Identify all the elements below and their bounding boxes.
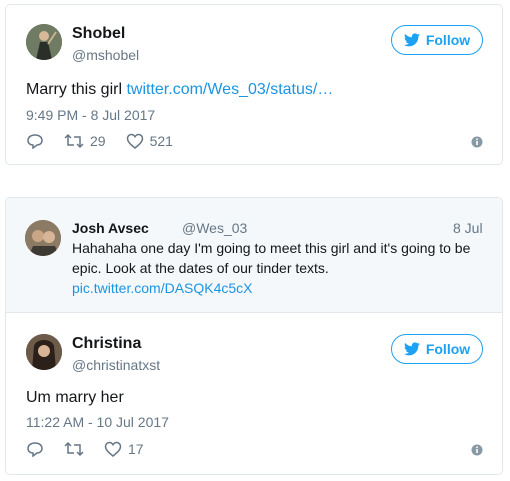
retweet-button[interactable]: 29 <box>64 133 106 149</box>
quoted-text: Hahahaha one day I'm going to meet this … <box>72 240 471 296</box>
like-count: 521 <box>149 133 173 149</box>
quoted-tweet[interactable]: Josh Avsec @Wes_03 8 Jul Hahahaha one da… <box>6 198 502 313</box>
like-button[interactable]: 521 <box>126 133 173 149</box>
follow-button[interactable]: Follow <box>391 334 483 364</box>
quoted-date[interactable]: 8 Jul <box>453 220 483 236</box>
author-handle[interactable]: @mshobel <box>72 47 139 63</box>
tweet-text: Marry this girl twitter.com/Wes_03/statu… <box>26 81 334 98</box>
status-link[interactable]: twitter.com/Wes_03/status/… <box>126 81 333 98</box>
tweet-timestamp[interactable]: 9:49 PM - 8 Jul 2017 <box>26 107 155 123</box>
tweet-card-christina: Josh Avsec @Wes_03 8 Jul Hahahaha one da… <box>5 197 503 475</box>
reply-button[interactable] <box>26 441 44 457</box>
tweet-actions: 17 <box>26 441 164 457</box>
quoted-author-handle[interactable]: @Wes_03 <box>182 220 247 236</box>
author-name[interactable]: Christina <box>72 335 141 353</box>
like-button[interactable]: 17 <box>104 441 144 457</box>
retweet-count: 29 <box>90 133 106 149</box>
avatar[interactable] <box>26 334 62 370</box>
author-name[interactable]: Shobel <box>72 25 125 43</box>
tweet-timestamp[interactable]: 11:22 AM - 10 Jul 2017 <box>26 414 169 430</box>
twitter-bird-icon <box>403 342 420 356</box>
heart-icon <box>104 441 122 457</box>
retweet-button[interactable] <box>64 441 84 457</box>
info-icon[interactable] <box>471 444 483 456</box>
avatar[interactable] <box>26 24 62 60</box>
follow-button[interactable]: Follow <box>391 25 483 55</box>
tweet-card-shobel: Shobel @mshobel Follow Marry this girl t… <box>5 4 503 165</box>
info-icon[interactable] <box>471 136 483 148</box>
tweet-actions: 29 521 <box>26 133 193 149</box>
reply-icon <box>27 442 43 457</box>
follow-label: Follow <box>425 32 471 48</box>
tweet-text: Um marry her <box>26 389 124 406</box>
quoted-avatar[interactable] <box>25 220 61 256</box>
heart-icon <box>126 133 143 149</box>
quoted-author-name[interactable]: Josh Avsec <box>72 220 149 236</box>
reply-icon <box>27 134 43 149</box>
twitter-bird-icon <box>403 33 420 47</box>
follow-label: Follow <box>425 341 471 357</box>
like-count: 17 <box>128 441 144 457</box>
retweet-icon <box>64 441 84 457</box>
quoted-pic-link[interactable]: pic.twitter.com/DASQK4c5cX <box>72 280 253 296</box>
author-handle[interactable]: @christinatxst <box>72 357 160 373</box>
reply-button[interactable] <box>26 133 44 149</box>
retweet-icon <box>64 133 84 149</box>
